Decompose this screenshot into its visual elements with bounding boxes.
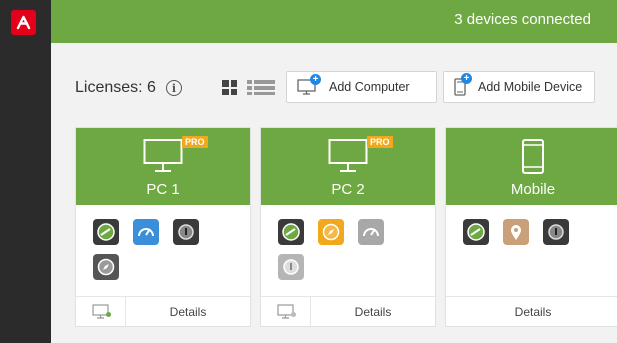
devices-connected-status: 3 devices connected bbox=[454, 11, 591, 28]
pro-badge: PRO bbox=[182, 136, 208, 148]
speedup-icon[interactable] bbox=[463, 219, 489, 245]
safe-browsing-icon[interactable] bbox=[93, 254, 119, 280]
card-footer: Details bbox=[76, 296, 250, 326]
password-manager-icon[interactable] bbox=[278, 254, 304, 280]
licenses-count: Licenses: 6 i bbox=[75, 79, 182, 97]
computer-icon bbox=[143, 138, 183, 179]
plus-icon: + bbox=[310, 73, 321, 85]
phone-icon: + bbox=[454, 72, 472, 100]
device-card-mobile[interactable]: Mobile Details bbox=[445, 127, 617, 327]
details-link[interactable]: Details bbox=[126, 297, 250, 326]
card-footer: Details bbox=[446, 296, 617, 326]
left-rail bbox=[0, 0, 51, 343]
safe-browsing-icon[interactable] bbox=[318, 219, 344, 245]
licenses-label: Licenses: 6 bbox=[75, 79, 156, 96]
add-mobile-label: Add Mobile Device bbox=[478, 80, 583, 94]
speedup-icon[interactable] bbox=[93, 219, 119, 245]
details-link[interactable]: Details bbox=[446, 297, 617, 326]
grid-view-icon[interactable] bbox=[222, 80, 237, 95]
speed-meter-icon[interactable] bbox=[358, 219, 384, 245]
add-computer-button[interactable]: + Add Computer bbox=[286, 71, 437, 103]
installed-apps bbox=[93, 219, 237, 280]
speedup-icon[interactable] bbox=[278, 219, 304, 245]
top-bar: 3 devices connected bbox=[51, 0, 617, 43]
plus-icon: + bbox=[461, 72, 472, 84]
speed-meter-icon[interactable] bbox=[133, 219, 159, 245]
device-name: PC 1 bbox=[146, 181, 180, 198]
device-card-pc1[interactable]: PRO PC 1 Details bbox=[75, 127, 251, 327]
computer-icon bbox=[328, 138, 368, 179]
device-offline-icon bbox=[261, 297, 311, 326]
device-name: Mobile bbox=[510, 181, 556, 198]
add-mobile-device-button[interactable]: + Add Mobile Device bbox=[443, 71, 595, 103]
device-card-header: PRO PC 1 bbox=[76, 128, 250, 205]
installed-apps bbox=[463, 219, 607, 245]
info-icon[interactable]: i bbox=[165, 80, 182, 96]
password-manager-icon[interactable] bbox=[173, 219, 199, 245]
phone-icon bbox=[521, 138, 545, 179]
device-card-header: PRO PC 2 bbox=[261, 128, 435, 205]
locator-icon[interactable] bbox=[503, 219, 529, 245]
avira-logo-icon[interactable] bbox=[11, 10, 36, 35]
device-card-pc2[interactable]: PRO PC 2 Details bbox=[260, 127, 436, 327]
installed-apps bbox=[278, 219, 422, 280]
device-card-header: Mobile bbox=[446, 128, 617, 205]
monitor-icon: + bbox=[297, 73, 321, 99]
device-online-icon bbox=[76, 297, 126, 326]
list-view-icon[interactable] bbox=[247, 80, 275, 95]
details-link[interactable]: Details bbox=[311, 297, 435, 326]
password-manager-icon[interactable] bbox=[543, 219, 569, 245]
device-name: PC 2 bbox=[331, 181, 365, 198]
pro-badge: PRO bbox=[367, 136, 393, 148]
add-computer-label: Add Computer bbox=[329, 80, 410, 94]
card-footer: Details bbox=[261, 296, 435, 326]
